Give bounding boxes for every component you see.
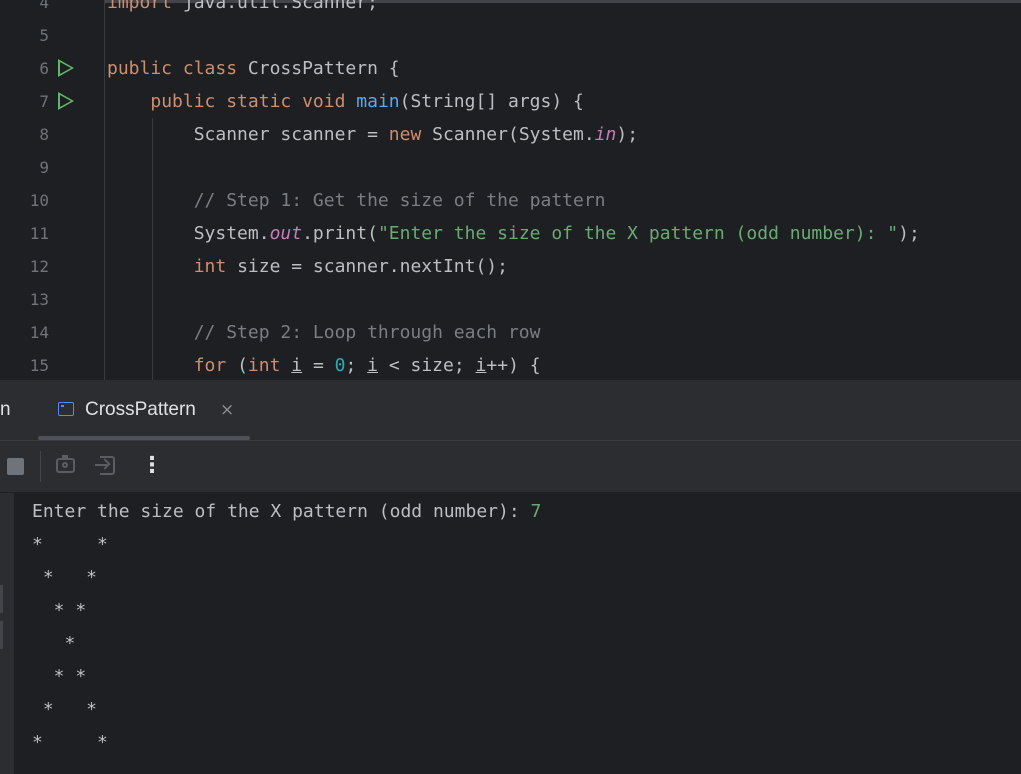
code-line: 13 xyxy=(0,283,1021,316)
console-prompt: Enter the size of the X pattern (odd num… xyxy=(32,501,531,522)
line-number: 6 xyxy=(39,59,49,78)
code-line: 12 int size = scanner.nextInt(); xyxy=(0,250,1021,283)
code-text: int size = scanner.nextInt(); xyxy=(107,250,508,283)
code-line: 10 // Step 1: Get the size of the patter… xyxy=(0,184,1021,217)
code-token: = xyxy=(302,355,335,376)
exit-arrow-icon xyxy=(95,464,107,466)
code-text: System.out.print("Enter the size of the … xyxy=(107,217,920,250)
line-number: 12 xyxy=(29,257,49,276)
console-output-line: * * xyxy=(32,600,87,621)
code-line: 6 public class CrossPattern { xyxy=(0,52,1021,85)
code-token: ); xyxy=(616,124,639,145)
tool-window-title-fragment[interactable]: n xyxy=(0,380,11,440)
code-token: int xyxy=(193,256,238,277)
code-token: System. xyxy=(107,223,270,244)
code-token: ( xyxy=(237,355,248,376)
console-output[interactable]: Enter the size of the X pattern (odd num… xyxy=(0,493,1021,774)
run-toolbar: ⋮ xyxy=(0,441,1021,493)
application-window-icon xyxy=(58,402,74,416)
console-output-line: * * xyxy=(32,732,108,753)
console-output-line: * * xyxy=(32,666,87,687)
code-line: 4 import java.util.Scanner; xyxy=(0,0,1021,19)
line-number: 5 xyxy=(39,26,49,45)
code-editor[interactable]: 4 import java.util.Scanner; 5 6 public class… xyxy=(0,0,1021,380)
run-gutter-icon[interactable] xyxy=(58,59,74,77)
tab-crosspattern[interactable]: CrossPattern × xyxy=(38,380,250,440)
more-options-icon[interactable]: ⋮ xyxy=(141,455,163,477)
line-number: 11 xyxy=(29,224,49,243)
code-token: int xyxy=(247,355,292,376)
code-line: 15 for (int i = 0; i < size; i++) { xyxy=(0,349,1021,380)
line-number: 8 xyxy=(39,125,49,144)
console-prompt-line: Enter the size of the X pattern (odd num… xyxy=(32,495,541,528)
console-user-input: 7 xyxy=(530,501,542,522)
line-number: 15 xyxy=(29,356,49,375)
code-line: 9 xyxy=(0,151,1021,184)
code-token: size = scanner.nextInt(); xyxy=(237,256,508,277)
code-token: java.util.Scanner; xyxy=(182,0,378,13)
code-line: 5 xyxy=(0,19,1021,52)
code-token: CrossPattern { xyxy=(247,58,400,79)
console-output-line: * * xyxy=(32,534,108,555)
code-token: .print( xyxy=(302,223,378,244)
stop-icon[interactable] xyxy=(7,458,24,475)
console-side-marker xyxy=(0,585,3,613)
code-token: ++) { xyxy=(486,355,541,376)
code-token: < size; xyxy=(378,355,476,376)
code-text: for (int i = 0; i < size; i++) { xyxy=(107,349,541,380)
line-number: 14 xyxy=(29,323,49,342)
toolbar-separator xyxy=(40,451,41,482)
code-text: public static void main(String[] args) { xyxy=(107,85,584,118)
code-token: 0 xyxy=(334,355,346,376)
code-token: new xyxy=(388,124,433,145)
line-number: 13 xyxy=(29,290,49,309)
line-number: 7 xyxy=(39,92,49,111)
code-token: out xyxy=(269,223,303,244)
code-token: i xyxy=(367,355,378,376)
code-line: 8 Scanner scanner = new Scanner(System.i… xyxy=(0,118,1021,151)
code-text: import java.util.Scanner; xyxy=(107,0,378,19)
console-output-line: * * xyxy=(32,699,98,720)
code-text: // Step 1: Get the size of the pattern xyxy=(107,184,606,217)
code-text: // Step 2: Loop through each row xyxy=(107,316,541,349)
code-token: i xyxy=(475,355,487,376)
close-icon[interactable]: × xyxy=(220,380,234,440)
code-token: (String[] args) { xyxy=(399,91,584,112)
code-token: // Step 1: Get the size of the pattern xyxy=(107,190,606,211)
code-line: 11 System.out.print("Enter the size of t… xyxy=(0,217,1021,250)
code-text: Scanner scanner = new Scanner(System.in)… xyxy=(107,118,638,151)
tab-label: CrossPattern xyxy=(85,399,196,420)
console-side-marker xyxy=(0,621,3,649)
code-token: main xyxy=(356,91,400,112)
code-token: in xyxy=(594,124,617,145)
code-line: 14 // Step 2: Loop through each row xyxy=(0,316,1021,349)
code-token: // Step 2: Loop through each row xyxy=(107,322,541,343)
code-token: import xyxy=(107,0,183,13)
code-token: Scanner(System. xyxy=(432,124,595,145)
code-text: public class CrossPattern { xyxy=(107,52,400,85)
code-token: public static void xyxy=(150,91,357,112)
line-number: 9 xyxy=(39,158,49,177)
console-output-line: * * xyxy=(32,567,98,588)
console-output-line: * xyxy=(32,633,76,654)
code-line: 7 public static void main(String[] args)… xyxy=(0,85,1021,118)
run-tool-window-tabbar: n CrossPattern × xyxy=(0,380,1021,441)
line-number: 4 xyxy=(39,0,49,12)
active-tab-indicator xyxy=(38,436,250,440)
code-token: i xyxy=(291,355,303,376)
code-token: ; xyxy=(345,355,368,376)
line-number: 10 xyxy=(29,191,49,210)
code-token: public class xyxy=(107,58,248,79)
code-token: "Enter the size of the X pattern (odd nu… xyxy=(377,223,899,244)
code-token: ); xyxy=(898,223,920,244)
code-token: Scanner scanner = xyxy=(107,124,389,145)
code-token: for xyxy=(193,355,238,376)
camera-icon[interactable] xyxy=(56,455,75,473)
run-gutter-icon[interactable] xyxy=(58,92,74,110)
